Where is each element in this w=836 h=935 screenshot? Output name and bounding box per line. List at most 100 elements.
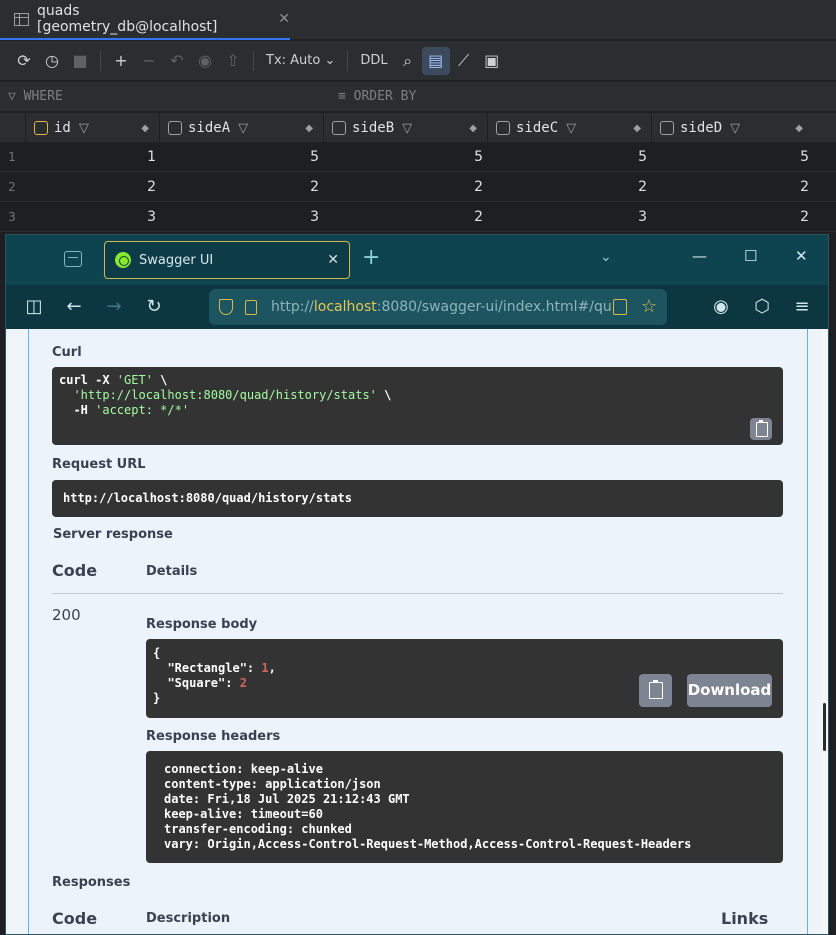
delete-row-icon[interactable]: − (135, 47, 163, 75)
browser-window: Swagger UI ✕ + ⌄ — ☐ ✕ ◫ ← → ↻ http://lo… (5, 234, 829, 935)
cell[interactable]: 5 (159, 149, 319, 165)
cell[interactable]: 5 (651, 149, 809, 165)
tracking-shield-icon[interactable] (219, 299, 233, 315)
cell[interactable]: 2 (651, 179, 809, 195)
database-view-icon[interactable]: ▣ (478, 47, 506, 75)
order-by-input[interactable]: ≡ ORDER BY (338, 89, 416, 104)
filter-icon[interactable]: ▽ (79, 121, 89, 136)
cell[interactable]: 3 (159, 209, 319, 225)
new-tab-button[interactable]: + (362, 245, 380, 270)
json-key: "Square": (153, 676, 240, 690)
tab-groups-icon[interactable] (64, 251, 82, 267)
sort-icon[interactable]: ◆ (305, 123, 313, 134)
filter-icon[interactable]: ▽ (238, 121, 248, 136)
reload-icon[interactable]: ↻ (142, 296, 166, 317)
browser-tab-title: Swagger UI (139, 252, 214, 268)
curl-code-block[interactable]: curl -X 'GET' \ 'http://localhost:8080/q… (52, 367, 783, 445)
chart-icon[interactable]: ⟋ (450, 47, 478, 75)
column-header-sideb[interactable]: sideB ▽ ◆ (323, 113, 487, 143)
cell[interactable]: 2 (323, 179, 483, 195)
submit-icon[interactable]: ⇧ (219, 47, 247, 75)
reader-view-icon[interactable] (613, 299, 627, 315)
menu-icon[interactable]: ≡ (790, 296, 814, 317)
ide-tab-quads[interactable]: quads [geometry_db@localhost] ✕ (0, 0, 290, 40)
cell[interactable]: 3 (487, 209, 647, 225)
key-column-icon (34, 121, 48, 135)
tx-mode-dropdown[interactable]: Tx: Auto ⌄ (260, 53, 341, 68)
back-arrow-icon[interactable]: ← (62, 296, 86, 317)
response-headers-block[interactable]: connection: keep-alive content-type: appl… (146, 751, 783, 863)
cell[interactable]: 2 (25, 179, 156, 195)
request-url-value[interactable]: http://localhost:8080/quad/history/stats (52, 480, 783, 517)
refresh-icon[interactable]: ⟳ (10, 47, 38, 75)
search-icon[interactable]: ⌕ (394, 47, 422, 75)
close-tab-icon[interactable]: ✕ (327, 252, 339, 268)
header-line: content-type: application/json (164, 777, 381, 791)
column-header-sidea[interactable]: sideA ▽ ◆ (159, 113, 323, 143)
preview-icon[interactable]: ◉ (191, 47, 219, 75)
address-bar[interactable]: http://localhost:8080/swagger-ui/index.h… (209, 289, 667, 325)
forward-arrow-icon[interactable]: → (102, 296, 126, 317)
header-line: date: Fri,18 Jul 2025 21:12:43 GMT (164, 792, 410, 806)
ddl-button[interactable]: DDL (354, 53, 393, 68)
where-filter-input[interactable]: ▽ WHERE (8, 89, 63, 104)
page-scrollbar[interactable] (822, 329, 828, 934)
revert-icon[interactable]: ↶ (163, 47, 191, 75)
cell[interactable]: 2 (159, 179, 319, 195)
status-code: 200 (52, 606, 81, 624)
copy-response-icon[interactable] (639, 674, 672, 707)
sort-icon[interactable]: ◆ (141, 123, 149, 134)
cell[interactable]: 2 (487, 179, 647, 195)
page-info-icon[interactable] (245, 299, 257, 315)
extensions-icon[interactable]: ⬡ (750, 296, 774, 317)
where-placeholder: WHERE (23, 89, 63, 104)
column-name: id (54, 120, 71, 136)
column-header-id[interactable]: id ▽ ◆ (25, 113, 159, 143)
curl-header: 'accept: */*' (95, 403, 190, 417)
curl-text: curl -X (59, 373, 117, 387)
minimize-button[interactable]: — (692, 247, 707, 265)
order-by-placeholder: ORDER BY (353, 89, 417, 104)
row-number: 3 (8, 210, 16, 224)
filter-icon[interactable]: ▽ (730, 121, 740, 136)
sidebar-toggle-icon[interactable]: ◫ (22, 296, 46, 317)
cell[interactable]: 5 (487, 149, 647, 165)
curl-url: 'http://localhost:8080/quad/history/stat… (73, 388, 377, 402)
history-icon[interactable]: ◷ (38, 47, 66, 75)
curl-label: Curl (52, 345, 82, 360)
filter-icon[interactable]: ▽ (402, 121, 412, 136)
add-row-icon[interactable]: + (107, 47, 135, 75)
filter-icon[interactable]: ▽ (566, 121, 576, 136)
table-icon (14, 12, 29, 26)
column-icon (660, 121, 674, 135)
cell[interactable]: 3 (25, 209, 156, 225)
column-header-sided[interactable]: sideD ▽ ◆ (651, 113, 813, 143)
tab-swagger-ui[interactable]: Swagger UI ✕ (104, 241, 350, 279)
tx-mode-label: Tx: Auto (266, 53, 321, 68)
bookmark-star-icon[interactable]: ☆ (641, 296, 657, 317)
sort-icon[interactable]: ◆ (469, 123, 477, 134)
column-name: sideA (188, 120, 231, 136)
maximize-button[interactable]: ☐ (744, 247, 757, 265)
sort-icon[interactable]: ◆ (795, 123, 803, 134)
column-header-sidec[interactable]: sideC ▽ ◆ (487, 113, 651, 143)
scrollbar-thumb[interactable] (823, 703, 826, 751)
download-button[interactable]: Download (687, 674, 772, 707)
curl-text: \ (376, 388, 392, 402)
cell[interactable]: 5 (323, 149, 483, 165)
close-window-button[interactable]: ✕ (795, 247, 808, 265)
tab-list-chevron-icon[interactable]: ⌄ (600, 249, 612, 265)
cell[interactable]: 1 (25, 149, 156, 165)
stop-icon[interactable]: ■ (66, 47, 94, 75)
table-row[interactable]: 3 3 3 2 3 2 (0, 203, 836, 232)
cell[interactable]: 2 (651, 209, 809, 225)
table-row[interactable]: 1 1 5 5 5 5 (0, 143, 836, 172)
account-icon[interactable]: ◉ (709, 296, 733, 317)
table-row[interactable]: 2 2 2 2 2 2 (0, 173, 836, 202)
filter-view-icon[interactable]: ▤ (421, 46, 450, 75)
sort-icon[interactable]: ◆ (633, 123, 641, 134)
column-icon (332, 121, 346, 135)
close-tab-icon[interactable]: ✕ (278, 11, 290, 27)
cell[interactable]: 2 (323, 209, 483, 225)
copy-curl-icon[interactable] (750, 418, 772, 440)
